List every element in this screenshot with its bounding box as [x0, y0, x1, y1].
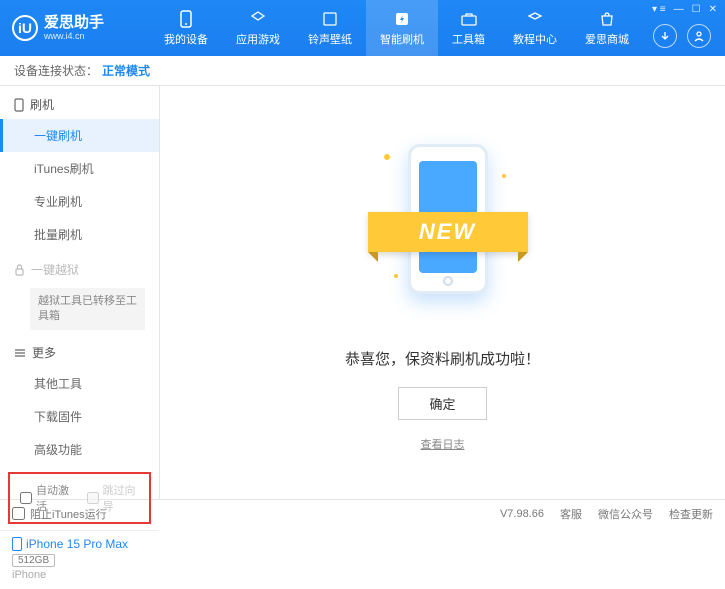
- sidebar-group-flash[interactable]: 刷机: [0, 86, 159, 119]
- jailbreak-note: 越狱工具已转移至工具箱: [30, 288, 145, 330]
- sidebar-item-advanced[interactable]: 高级功能: [0, 433, 159, 466]
- sidebar-item-oneclick-flash[interactable]: 一键刷机: [0, 119, 159, 152]
- sidebar-item-other-tools[interactable]: 其他工具: [0, 367, 159, 400]
- sidebar-group-more[interactable]: 更多: [0, 334, 159, 367]
- phone-small-icon: [14, 98, 24, 112]
- ok-button[interactable]: 确定: [398, 387, 486, 420]
- toolbox-icon: [460, 10, 478, 28]
- app-name: 爱思助手: [44, 15, 104, 31]
- nav-tutorials[interactable]: 教程中心: [499, 0, 571, 56]
- nav-store[interactable]: 爱思商城: [571, 0, 643, 56]
- device-type: iPhone: [12, 569, 147, 581]
- phone-icon: [177, 10, 195, 28]
- close-icon[interactable]: ✕: [709, 4, 717, 15]
- sidebar-item-pro-flash[interactable]: 专业刷机: [0, 185, 159, 218]
- minimize-icon[interactable]: ―: [674, 4, 684, 15]
- footer-link-wechat[interactable]: 微信公众号: [598, 506, 653, 522]
- device-name: iPhone 15 Pro Max: [12, 537, 147, 551]
- sidebar-group-jailbreak: 一键越狱: [0, 251, 159, 284]
- main-content: NEW 恭喜您，保资料刷机成功啦！ 确定 查看日志: [160, 86, 725, 499]
- wallpaper-icon: [321, 10, 339, 28]
- user-circle-button[interactable]: [687, 24, 711, 48]
- view-log-link[interactable]: 查看日志: [421, 436, 465, 452]
- maximize-icon[interactable]: ☐: [692, 4, 701, 15]
- device-capacity: 512GB: [12, 554, 55, 567]
- success-message: 恭喜您，保资料刷机成功啦！: [345, 348, 540, 369]
- flash-icon: [393, 10, 411, 28]
- tutorial-icon: [526, 10, 544, 28]
- sidebar-item-itunes-flash[interactable]: iTunes刷机: [0, 152, 159, 185]
- logo-icon: iU: [12, 15, 38, 41]
- sidebar-item-download-firmware[interactable]: 下载固件: [0, 400, 159, 433]
- block-itunes-checkbox[interactable]: 阻止iTunes运行: [12, 506, 107, 522]
- nav-my-device[interactable]: 我的设备: [150, 0, 222, 56]
- sidebar-item-batch-flash[interactable]: 批量刷机: [0, 218, 159, 251]
- apps-icon: [249, 10, 267, 28]
- nav-ringtones[interactable]: 铃声壁纸: [294, 0, 366, 56]
- window-controls: ▾ ≡ ― ☐ ✕: [652, 4, 717, 15]
- app-logo: iU 爱思助手 www.i4.cn: [0, 15, 150, 41]
- nav-toolbox[interactable]: 工具箱: [438, 0, 499, 56]
- new-ribbon: NEW: [368, 212, 528, 252]
- device-status-bar: 设备连接状态： 正常模式: [0, 56, 725, 86]
- store-icon: [598, 10, 616, 28]
- nav-apps-games[interactable]: 应用游戏: [222, 0, 294, 56]
- sidebar: 刷机 一键刷机 iTunes刷机 专业刷机 批量刷机 一键越狱 越狱工具已转移至…: [0, 86, 160, 499]
- lock-icon: [14, 264, 25, 276]
- nav-smart-flash[interactable]: 智能刷机: [366, 0, 438, 56]
- device-info[interactable]: iPhone 15 Pro Max 512GB iPhone: [0, 530, 159, 589]
- footer-link-support[interactable]: 客服: [560, 506, 582, 522]
- app-url: www.i4.cn: [44, 31, 104, 41]
- titlebar: iU 爱思助手 www.i4.cn 我的设备 应用游戏 铃声壁纸 智能刷机 工具…: [0, 0, 725, 56]
- top-nav: 我的设备 应用游戏 铃声壁纸 智能刷机 工具箱 教程中心 爱思商城: [150, 0, 643, 56]
- titlebar-right-buttons: [653, 24, 711, 48]
- download-circle-button[interactable]: [653, 24, 677, 48]
- device-phone-icon: [12, 537, 22, 551]
- status-value: 正常模式: [102, 62, 150, 79]
- more-icon: [14, 348, 26, 358]
- success-illustration: NEW: [378, 134, 508, 324]
- titlebar-menu-icon[interactable]: ▾ ≡: [652, 4, 666, 15]
- footer-link-update[interactable]: 检查更新: [669, 506, 713, 522]
- status-label: 设备连接状态：: [14, 62, 98, 79]
- version-label: V7.98.66: [500, 508, 544, 520]
